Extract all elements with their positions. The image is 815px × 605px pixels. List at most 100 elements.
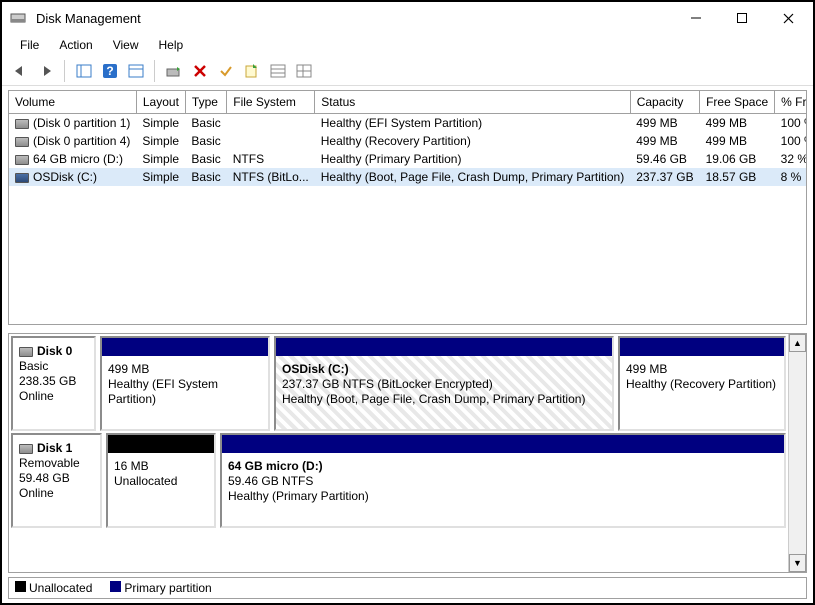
- titlebar[interactable]: Disk Management: [2, 2, 813, 34]
- maximize-button[interactable]: [719, 3, 765, 33]
- vertical-scrollbar[interactable]: ▲ ▼: [788, 334, 806, 572]
- partition-header: [276, 338, 612, 356]
- main-content: VolumeLayoutTypeFile SystemStatusCapacit…: [2, 86, 813, 603]
- partition[interactable]: OSDisk (C:)237.37 GB NTFS (BitLocker Enc…: [274, 336, 614, 431]
- partition[interactable]: 499 MBHealthy (Recovery Partition): [618, 336, 786, 431]
- menu-file[interactable]: File: [12, 36, 47, 54]
- back-button[interactable]: [8, 59, 32, 83]
- minimize-button[interactable]: [673, 3, 719, 33]
- volume-list-panel: VolumeLayoutTypeFile SystemStatusCapacit…: [8, 90, 807, 325]
- view-settings-button[interactable]: [124, 59, 148, 83]
- close-button[interactable]: [765, 3, 811, 33]
- table-cell: Basic: [185, 114, 226, 133]
- legend: UnallocatedPrimary partition: [8, 577, 807, 599]
- table-cell: (Disk 0 partition 1): [9, 114, 136, 133]
- partition-header: [102, 338, 268, 356]
- table-cell: Basic: [185, 168, 226, 186]
- partition-body: 499 MBHealthy (EFI System Partition): [102, 356, 268, 429]
- table-cell: 499 MB: [630, 114, 699, 133]
- column-header[interactable]: % Free: [775, 91, 807, 114]
- disk-row: Disk 1Removable59.48 GBOnline16 MBUnallo…: [11, 433, 786, 528]
- disk-row: Disk 0Basic238.35 GBOnline499 MBHealthy …: [11, 336, 786, 431]
- column-header[interactable]: File System: [227, 91, 315, 114]
- table-cell: 237.37 GB: [630, 168, 699, 186]
- column-header[interactable]: Layout: [136, 91, 185, 114]
- refresh-button[interactable]: [162, 59, 186, 83]
- toolbar: ?: [2, 56, 813, 86]
- menubar: File Action View Help: [2, 34, 813, 56]
- disk-graphical-panel: Disk 0Basic238.35 GBOnline499 MBHealthy …: [8, 333, 807, 573]
- column-header[interactable]: Type: [185, 91, 226, 114]
- partition-header: [108, 435, 214, 453]
- partition-header: [222, 435, 784, 453]
- table-cell: Simple: [136, 132, 185, 150]
- menu-action[interactable]: Action: [51, 36, 100, 54]
- scroll-track[interactable]: [789, 352, 806, 554]
- app-icon: [10, 10, 26, 26]
- table-cell: 499 MB: [630, 132, 699, 150]
- table-cell: [227, 114, 315, 133]
- forward-button[interactable]: [34, 59, 58, 83]
- table-cell: Healthy (EFI System Partition): [315, 114, 630, 133]
- show-hide-tree-button[interactable]: [72, 59, 96, 83]
- disk-icon: [19, 444, 33, 454]
- column-header[interactable]: Free Space: [700, 91, 775, 114]
- menu-view[interactable]: View: [105, 36, 147, 54]
- volume-row[interactable]: (Disk 0 partition 4)SimpleBasicHealthy (…: [9, 132, 807, 150]
- volume-table[interactable]: VolumeLayoutTypeFile SystemStatusCapacit…: [9, 91, 807, 186]
- legend-item: Unallocated: [15, 581, 92, 595]
- scroll-up-button[interactable]: ▲: [789, 334, 806, 352]
- column-header[interactable]: Volume: [9, 91, 136, 114]
- delete-button[interactable]: [188, 59, 212, 83]
- table-cell: OSDisk (C:): [9, 168, 136, 186]
- table-cell: Basic: [185, 132, 226, 150]
- partition-header: [620, 338, 784, 356]
- scroll-down-button[interactable]: ▼: [789, 554, 806, 572]
- disk-management-window: Disk Management File Action View Help ? …: [0, 0, 815, 605]
- partitions-container: 499 MBHealthy (EFI System Partition)OSDi…: [100, 336, 786, 431]
- partition-body: 64 GB micro (D:)59.46 GB NTFSHealthy (Pr…: [222, 453, 784, 526]
- toolbar-separator: [154, 60, 156, 82]
- legend-swatch: [110, 581, 121, 592]
- column-header[interactable]: Status: [315, 91, 630, 114]
- table-cell: 100 %: [775, 132, 807, 150]
- partition[interactable]: 16 MBUnallocated: [106, 433, 216, 528]
- table-cell: Basic: [185, 150, 226, 168]
- toolbar-separator: [64, 60, 66, 82]
- disk-icon: [15, 173, 29, 183]
- partition-body: 499 MBHealthy (Recovery Partition): [620, 356, 784, 429]
- table-cell: [227, 132, 315, 150]
- table-cell: 499 MB: [700, 114, 775, 133]
- detail-view-button[interactable]: [292, 59, 316, 83]
- table-cell: 8 %: [775, 168, 807, 186]
- wizard-button[interactable]: [240, 59, 264, 83]
- disk-graph-area[interactable]: Disk 0Basic238.35 GBOnline499 MBHealthy …: [9, 334, 788, 572]
- menu-help[interactable]: Help: [151, 36, 192, 54]
- disk-info[interactable]: Disk 1Removable59.48 GBOnline: [11, 433, 102, 528]
- volume-row[interactable]: OSDisk (C:)SimpleBasicNTFS (BitLo...Heal…: [9, 168, 807, 186]
- svg-text:?: ?: [106, 64, 113, 78]
- partitions-container: 16 MBUnallocated64 GB micro (D:)59.46 GB…: [106, 433, 786, 528]
- partition-body: OSDisk (C:)237.37 GB NTFS (BitLocker Enc…: [276, 356, 612, 429]
- list-view-button[interactable]: [266, 59, 290, 83]
- table-cell: 64 GB micro (D:): [9, 150, 136, 168]
- disk-icon: [15, 119, 29, 129]
- table-cell: NTFS: [227, 150, 315, 168]
- table-cell: 18.57 GB: [700, 168, 775, 186]
- volume-row[interactable]: 64 GB micro (D:)SimpleBasicNTFSHealthy (…: [9, 150, 807, 168]
- disk-icon: [15, 137, 29, 147]
- column-header[interactable]: Capacity: [630, 91, 699, 114]
- partition[interactable]: 499 MBHealthy (EFI System Partition): [100, 336, 270, 431]
- disk-info[interactable]: Disk 0Basic238.35 GBOnline: [11, 336, 96, 431]
- table-cell: 19.06 GB: [700, 150, 775, 168]
- table-cell: NTFS (BitLo...: [227, 168, 315, 186]
- help-button[interactable]: ?: [98, 59, 122, 83]
- apply-button[interactable]: [214, 59, 238, 83]
- table-cell: Simple: [136, 168, 185, 186]
- volume-row[interactable]: (Disk 0 partition 1)SimpleBasicHealthy (…: [9, 114, 807, 133]
- table-cell: (Disk 0 partition 4): [9, 132, 136, 150]
- table-cell: 32 %: [775, 150, 807, 168]
- partition[interactable]: 64 GB micro (D:)59.46 GB NTFSHealthy (Pr…: [220, 433, 786, 528]
- table-cell: Simple: [136, 150, 185, 168]
- disk-icon: [15, 155, 29, 165]
